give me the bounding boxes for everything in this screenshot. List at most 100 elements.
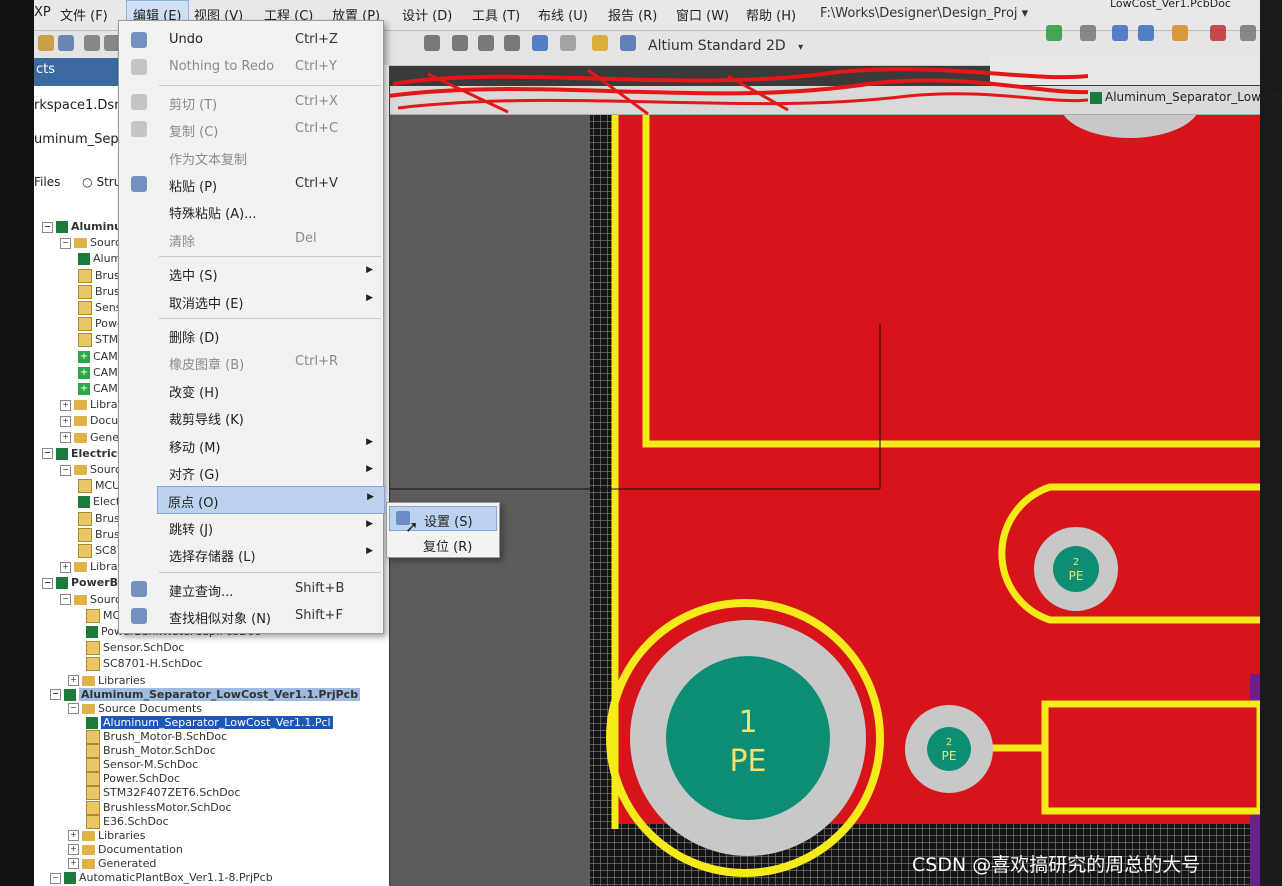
- folder-icon: [82, 703, 95, 714]
- doc-icon[interactable]: [1138, 25, 1154, 41]
- tree-item[interactable]: BrushlessMotor.SchDoc: [86, 800, 232, 815]
- expand-toggle-icon[interactable]: −: [60, 594, 71, 606]
- edit-menu-item[interactable]: 查找相似对象 (N) Shift+F: [119, 603, 383, 629]
- save-icon[interactable]: [58, 35, 74, 51]
- tree-item[interactable]: − AutomaticPlantBox_Ver1.1-8.PrjPcb: [50, 871, 273, 884]
- tree-item[interactable]: Brush_Motor.SchDoc: [86, 744, 216, 759]
- origin-submenu-label: 复位 (R): [423, 540, 473, 555]
- edit-menu-item-label: 删除 (D): [169, 331, 220, 346]
- edit-menu-item[interactable]: 裁剪导线 (K): [119, 404, 383, 430]
- undo-icon[interactable]: [532, 35, 548, 51]
- edit-menu-item[interactable]: 删除 (D): [119, 322, 383, 348]
- cam-doc-icon: +: [78, 366, 90, 379]
- upper-copper-region: [646, 114, 1260, 444]
- highlight-icon[interactable]: [592, 35, 608, 51]
- edit-menu-item[interactable]: 粘贴 (P) Ctrl+V: [119, 171, 383, 197]
- tree-item[interactable]: SC8701-H.SchDoc: [86, 657, 202, 672]
- tree-item[interactable]: + Generated: [68, 857, 156, 870]
- document-tab[interactable]: Aluminum_Separator_LowCost: [1090, 90, 1282, 104]
- zoom-window-icon[interactable]: [620, 35, 636, 51]
- redo-icon[interactable]: [560, 35, 576, 51]
- edit-menu-item[interactable]: 原点 (O) ▶: [157, 486, 385, 515]
- edit-menu-item[interactable]: Undo Ctrl+Z: [119, 27, 383, 53]
- move-icon[interactable]: [452, 35, 468, 51]
- menu-separator: [159, 256, 381, 258]
- back-icon[interactable]: [1046, 25, 1062, 41]
- expand-toggle-icon[interactable]: +: [60, 415, 71, 427]
- expand-toggle-icon[interactable]: −: [60, 237, 71, 249]
- print-icon[interactable]: [84, 35, 100, 51]
- sch-doc-icon: [86, 657, 100, 672]
- forward-icon[interactable]: [1080, 25, 1096, 41]
- tree-item[interactable]: STM32F407ZET6.SchDoc: [86, 786, 240, 801]
- tree-item-label: AutomaticPlantBox_Ver1.1-8.PrjPcb: [79, 871, 273, 884]
- cross-icon[interactable]: [478, 35, 494, 51]
- layer-icon[interactable]: [1210, 25, 1226, 41]
- expand-toggle-icon[interactable]: −: [60, 464, 71, 476]
- menubar-item-8[interactable]: 布线 (U): [538, 5, 588, 24]
- edit-menu-item[interactable]: 改变 (H): [119, 377, 383, 403]
- edit-menu-item[interactable]: 跳转 (J) ▶: [119, 514, 383, 540]
- expand-toggle-icon[interactable]: −: [42, 448, 53, 460]
- tree-item[interactable]: Sensor.SchDoc: [86, 641, 184, 656]
- edit-menu-item[interactable]: 特殊粘贴 (A)...: [119, 198, 383, 224]
- expand-toggle-icon[interactable]: +: [68, 844, 79, 856]
- edit-menu-item[interactable]: 移动 (M) ▶: [119, 432, 383, 458]
- edit-menu-item-shortcut: Shift+F: [295, 608, 343, 623]
- menubar-item-7[interactable]: 工具 (T): [472, 5, 520, 24]
- expand-toggle-icon[interactable]: −: [68, 703, 79, 715]
- tree-item[interactable]: + Libraries: [68, 674, 146, 687]
- home-icon[interactable]: [1112, 25, 1128, 41]
- menubar-item-0[interactable]: XP: [34, 5, 51, 20]
- menubar-item-10[interactable]: 窗口 (W): [676, 5, 729, 24]
- edit-menu-item: 橡皮图章 (B) Ctrl+R: [119, 349, 383, 375]
- cam-doc-icon: +: [78, 350, 90, 363]
- tree-item[interactable]: E36.SchDoc: [86, 814, 169, 829]
- tree-item[interactable]: Power.SchDoc: [86, 772, 180, 787]
- edit-menu: Undo Ctrl+Z Nothing to Redo Ctrl+Y 剪切 (T) Ctr…: [118, 20, 385, 634]
- expand-toggle-icon[interactable]: −: [50, 689, 61, 701]
- expand-toggle-icon[interactable]: −: [50, 872, 61, 884]
- expand-toggle-icon[interactable]: −: [42, 221, 53, 233]
- tree-item[interactable]: Brush_Motor-B.SchDoc: [86, 730, 227, 744]
- menubar-item-11[interactable]: 帮助 (H): [746, 5, 796, 24]
- expand-toggle-icon[interactable]: +: [68, 858, 79, 870]
- tree-item[interactable]: + Documentation: [68, 843, 183, 856]
- pcb-canvas[interactable]: 1 PE 2 PE 2 PE: [390, 114, 1260, 886]
- edit-menu-item[interactable]: 选中 (S) ▶: [119, 260, 383, 286]
- edit-menu-item[interactable]: 选择存储器 (L) ▶: [119, 541, 383, 567]
- edit-menu-item-label: 选择存储器 (L): [169, 550, 256, 566]
- route-icon[interactable]: [1172, 25, 1188, 41]
- expand-toggle-icon[interactable]: +: [68, 675, 79, 687]
- tree-item[interactable]: + Libraries: [68, 829, 146, 842]
- tree-item[interactable]: − Aluminum_Separator_LowCost_Ver1.1.PrjPc…: [50, 687, 361, 701]
- edit-menu-item[interactable]: 取消选中 (E) ▶: [119, 288, 383, 314]
- tree-item[interactable]: Aluminum_Separator_LowCost_Ver1.1.Pcl: [86, 715, 333, 729]
- sch-doc-icon: [78, 301, 92, 315]
- expand-toggle-icon[interactable]: +: [60, 561, 71, 573]
- chevron-down-icon: ▾: [798, 42, 804, 53]
- pad-1-number: 1: [738, 705, 757, 740]
- edit-menu-item: 复制 (C) Ctrl+C: [119, 116, 383, 142]
- tree-item-label: Brush_Motor.SchDoc: [103, 744, 216, 758]
- menubar-item-6[interactable]: 设计 (D): [402, 5, 452, 24]
- expand-toggle-icon[interactable]: −: [42, 577, 53, 589]
- expand-toggle-icon[interactable]: +: [60, 432, 71, 444]
- menubar-item-1[interactable]: 文件 (F): [60, 5, 108, 24]
- pcb-doc-icon: [56, 577, 68, 590]
- view-mode-combo[interactable]: Altium Standard 2D ▾: [648, 38, 818, 60]
- expand-toggle-icon[interactable]: +: [60, 399, 71, 411]
- files-radio-label[interactable]: Files: [34, 175, 60, 189]
- tree-item[interactable]: − Source Documents: [68, 702, 202, 715]
- more-icon[interactable]: [1240, 25, 1256, 41]
- tree-item[interactable]: Sensor-M.SchDoc: [86, 758, 198, 773]
- open-icon[interactable]: [38, 35, 54, 51]
- edit-menu-item[interactable]: 对齐 (G) ▶: [119, 459, 383, 485]
- deselect-icon[interactable]: [504, 35, 520, 51]
- select-rect-icon[interactable]: [424, 35, 440, 51]
- expand-toggle-icon[interactable]: +: [68, 830, 79, 842]
- edit-menu-item[interactable]: 建立查询... Shift+B: [119, 576, 383, 602]
- dropdown-arrow-icon[interactable]: ▾: [1022, 6, 1029, 21]
- menubar-item-9[interactable]: 报告 (R): [608, 5, 657, 24]
- tree-item-label: Documentation: [98, 842, 183, 856]
